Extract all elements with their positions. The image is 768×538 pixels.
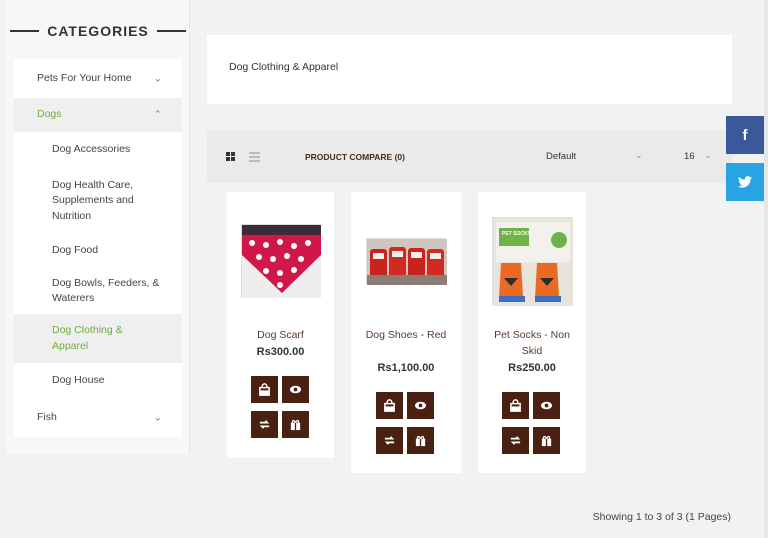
- shopping-bag-icon: [259, 383, 270, 396]
- list-view-icon[interactable]: [249, 152, 260, 162]
- category-dog-bowls[interactable]: Dog Bowls, Feeders, & Waterers: [14, 268, 182, 314]
- category-dog-food[interactable]: Dog Food: [14, 234, 182, 268]
- product-image[interactable]: PET SOCKS: [492, 217, 573, 306]
- product-image-label: PET SOCKS: [502, 231, 531, 237]
- add-to-cart-button[interactable]: [251, 376, 278, 403]
- chevron-down-icon[interactable]: ⌄: [154, 413, 162, 424]
- categories-heading: CATEGORIES: [10, 20, 186, 42]
- category-header: Dog Clothing & Apparel: [207, 35, 732, 104]
- chevron-down-icon[interactable]: ⌄: [704, 150, 712, 161]
- compare-button[interactable]: [376, 427, 403, 454]
- product-price: Rs300.00: [256, 346, 305, 358]
- grid-view-icon[interactable]: [226, 152, 236, 162]
- product-compare-link[interactable]: PRODUCT COMPARE (0): [305, 152, 405, 162]
- product-price: Rs1,100.00: [377, 362, 435, 374]
- eye-icon: [414, 401, 427, 410]
- gift-icon: [415, 435, 426, 447]
- category-dog-house[interactable]: Dog House: [14, 363, 182, 399]
- chevron-up-icon[interactable]: ⌃: [154, 110, 162, 121]
- exchange-icon: [384, 436, 395, 445]
- category-list: Pets For Your Home ⌄ Dogs ⌃ Dog Accessor…: [14, 59, 182, 437]
- quick-view-button[interactable]: [282, 376, 309, 403]
- chevron-down-icon[interactable]: ⌄: [635, 150, 643, 161]
- gift-icon: [541, 435, 552, 447]
- category-sidebar: CATEGORIES Pets For Your Home ⌄ Dogs ⌃ D…: [6, 0, 190, 454]
- wishlist-button[interactable]: [533, 427, 560, 454]
- product-toolbar: PRODUCT COMPARE (0) Default ⌄ 16 ⌄: [207, 130, 732, 183]
- limit-select[interactable]: 16: [684, 151, 695, 162]
- product-card[interactable]: Dog Shoes - Red Rs1,100.00: [351, 192, 461, 473]
- product-image[interactable]: [366, 238, 447, 285]
- quick-view-button[interactable]: [533, 392, 560, 419]
- add-to-cart-button[interactable]: [502, 392, 529, 419]
- category-fish[interactable]: Fish ⌄: [14, 399, 182, 437]
- compare-button[interactable]: [502, 427, 529, 454]
- eye-icon: [540, 401, 553, 410]
- wishlist-button[interactable]: [282, 411, 309, 438]
- chevron-down-icon[interactable]: ⌄: [154, 73, 162, 84]
- product-name[interactable]: Dog Shoes - Red: [351, 328, 461, 344]
- exchange-icon: [510, 436, 521, 445]
- compare-button[interactable]: [251, 411, 278, 438]
- category-dog-accessories[interactable]: Dog Accessories: [14, 132, 182, 168]
- category-dogs[interactable]: Dogs ⌃: [14, 98, 182, 132]
- pagination-info: Showing 1 to 3 of 3 (1 Pages): [592, 511, 731, 523]
- categories-title: CATEGORIES: [47, 23, 149, 39]
- category-dog-health-care[interactable]: Dog Health Care, Supplements and Nutriti…: [14, 168, 182, 234]
- sort-select[interactable]: Default: [546, 151, 576, 162]
- exchange-icon: [259, 420, 270, 429]
- shopping-bag-icon: [510, 399, 521, 412]
- product-card[interactable]: PET SOCKS Pet Socks - Non Skid Rs250.00: [478, 192, 586, 473]
- page-scrollbar[interactable]: [764, 0, 768, 538]
- category-dog-clothing[interactable]: Dog Clothing & Apparel: [14, 314, 182, 363]
- product-name[interactable]: Pet Socks - Non Skid: [478, 328, 586, 359]
- product-price: Rs250.00: [508, 362, 556, 374]
- product-image[interactable]: [241, 224, 321, 298]
- quick-view-button[interactable]: [407, 392, 434, 419]
- twitter-icon[interactable]: [726, 163, 764, 201]
- product-card[interactable]: Dog Scarf Rs300.00: [227, 192, 334, 458]
- product-name[interactable]: Dog Scarf: [227, 328, 334, 344]
- eye-icon: [289, 385, 302, 394]
- category-pets-for-your-home[interactable]: Pets For Your Home ⌄: [14, 59, 182, 98]
- add-to-cart-button[interactable]: [376, 392, 403, 419]
- facebook-icon[interactable]: f: [726, 116, 764, 154]
- wishlist-button[interactable]: [407, 427, 434, 454]
- page-title: Dog Clothing & Apparel: [229, 61, 339, 73]
- shopping-bag-icon: [384, 399, 395, 412]
- gift-icon: [290, 419, 301, 431]
